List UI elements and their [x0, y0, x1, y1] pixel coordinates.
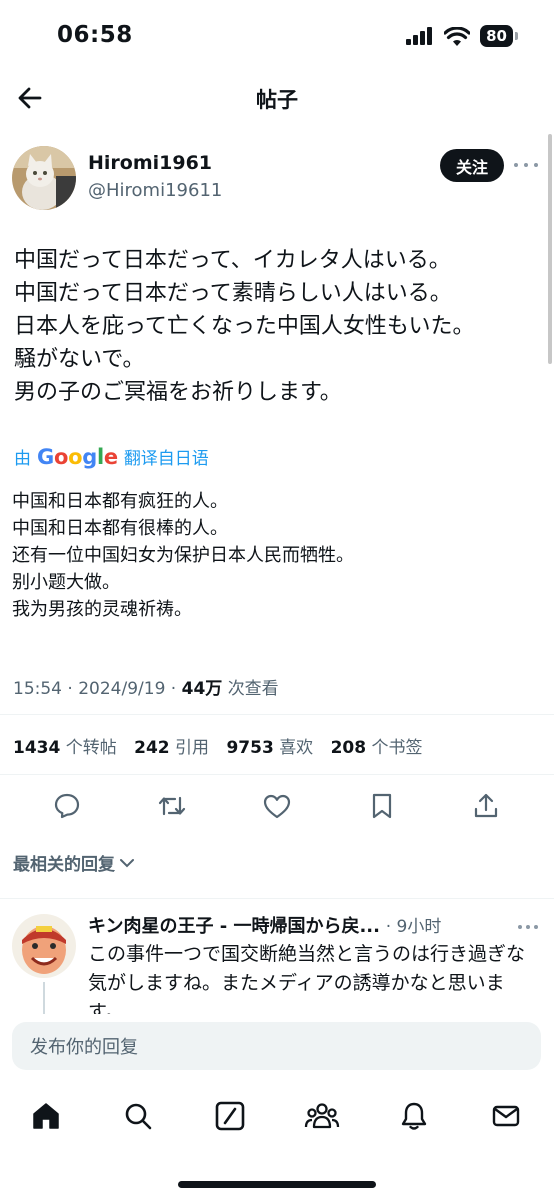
reply-avatar[interactable]	[12, 914, 76, 978]
home-icon	[33, 1103, 59, 1129]
wifi-icon	[444, 26, 470, 46]
battery-level: 80	[480, 25, 513, 47]
scrollbar[interactable]	[548, 134, 552, 364]
tweet-time[interactable]: 15:54	[13, 679, 62, 699]
like-stat[interactable]: 9753 喜欢	[226, 738, 313, 758]
status-icons: 80	[406, 25, 518, 47]
tab-notifications[interactable]	[396, 1098, 432, 1134]
translated-text: 中国和日本都有疯狂的人。 中国和日本都有很棒的人。 还有一位中国妇女为保护日本人…	[12, 488, 542, 623]
tweet-line: 騒がないで。	[14, 347, 145, 372]
reply-author-name[interactable]: キン肉星の王子 - 一時帰国から戻...	[88, 916, 380, 937]
tweet-line: 中国だって日本だって素晴らしい人はいる。	[14, 281, 452, 306]
top-nav: 帖子	[0, 70, 554, 126]
retweet-button[interactable]	[156, 790, 188, 822]
more-icon[interactable]	[514, 158, 538, 172]
author-display-name[interactable]: Hiromi1961	[88, 152, 212, 174]
follow-button[interactable]: 关注	[439, 149, 504, 182]
reply-text: この事件一つで国交断絶当然と言うのは行き過ぎな気がしますね。またメディアの誘導か…	[88, 943, 526, 1014]
grok-icon	[215, 1101, 245, 1131]
translation-attribution[interactable]: 由 Google 翻译自日语	[14, 444, 209, 470]
tweet-date[interactable]: 2024/9/19	[78, 679, 165, 699]
bookmark-icon	[372, 793, 392, 819]
translate-prefix: 由	[14, 449, 31, 469]
like-icon	[263, 794, 291, 819]
tab-grok[interactable]	[212, 1098, 248, 1134]
tweet-stats: 1434 个转帖 242 引用 9753 喜欢 208 个书签	[13, 733, 435, 758]
view-count: 44万	[181, 679, 223, 699]
reply-button[interactable]	[51, 790, 83, 822]
author-avatar[interactable]	[12, 146, 76, 210]
divider	[0, 774, 554, 775]
home-indicator[interactable]	[178, 1181, 376, 1188]
reply-sort-dropdown[interactable]: 最相关的回复	[13, 850, 135, 875]
retweet-stat[interactable]: 1434 个转帖	[13, 738, 117, 758]
tweet-actions	[0, 786, 554, 826]
reply-item[interactable]: キン肉星の王子 - 一時帰国から戻... · 9小时 この事件一つで国交断絶当然…	[0, 910, 554, 1014]
reply-compose-input[interactable]: 发布你的回复	[12, 1022, 541, 1070]
divider	[0, 898, 554, 899]
search-icon	[125, 1103, 152, 1130]
reply-time: 9小时	[396, 917, 442, 937]
retweet-icon	[158, 796, 186, 816]
translated-line: 还有一位中国妇女为保护日本人民而牺牲。	[12, 545, 354, 566]
cat-avatar-icon	[12, 146, 76, 210]
cellular-signal-icon	[406, 27, 432, 45]
reply-header: キン肉星の王子 - 一時帰国から戻... · 9小时	[88, 916, 442, 937]
character-avatar-icon	[12, 914, 76, 978]
tab-home[interactable]	[28, 1098, 64, 1134]
reply-icon	[54, 793, 80, 819]
bottom-tab-bar	[0, 1086, 554, 1146]
tweet-line: 中国だって日本だって、イカレタ人はいる。	[14, 248, 451, 273]
thread-line	[43, 982, 45, 1014]
tweet-meta: 15:54 · 2024/9/19 · 44万 次查看	[13, 679, 279, 699]
translated-line: 别小题大做。	[12, 572, 120, 593]
notifications-icon	[401, 1102, 427, 1130]
translated-line: 我为男孩的灵魂祈祷。	[12, 599, 192, 620]
tab-communities[interactable]	[304, 1098, 340, 1134]
view-label: 次查看	[227, 679, 279, 699]
author-handle[interactable]: @Hiromi19611	[88, 180, 222, 201]
reply-more-icon[interactable]	[518, 922, 538, 932]
page-title: 帖子	[256, 88, 298, 112]
bookmark-button[interactable]	[366, 790, 398, 822]
reply-sort-label: 最相关的回复	[13, 855, 115, 875]
like-button[interactable]	[261, 790, 293, 822]
tweet-line: 日本人を庇って亡くなった中国人女性もいた。	[14, 314, 475, 339]
tweet-author: Hiromi1961 @Hiromi19611 关注	[12, 146, 542, 214]
tab-search[interactable]	[120, 1098, 156, 1134]
communities-icon	[304, 1103, 340, 1129]
share-button[interactable]	[470, 790, 502, 822]
translated-line: 中国和日本都有很棒的人。	[12, 518, 228, 539]
tweet-line: 男の子のご冥福をお祈りします。	[14, 380, 342, 405]
tweet-text: 中国だって日本だって、イカレタ人はいる。 中国だって日本だって素晴らしい人はいる…	[14, 244, 544, 409]
status-time: 06:58	[57, 22, 133, 48]
translated-line: 中国和日本都有疯狂的人。	[12, 491, 228, 512]
bookmark-stat[interactable]: 208 个书签	[331, 738, 423, 758]
google-logo: Google	[37, 444, 118, 469]
quote-stat[interactable]: 242 引用	[134, 738, 209, 758]
status-bar: 06:58 80	[0, 0, 554, 70]
translate-suffix: 翻译自日语	[123, 449, 209, 469]
chevron-down-icon	[120, 858, 134, 867]
share-icon	[474, 793, 498, 818]
messages-icon	[492, 1105, 520, 1127]
tab-messages[interactable]	[488, 1098, 524, 1134]
divider	[0, 714, 554, 715]
battery-icon: 80	[480, 25, 518, 47]
